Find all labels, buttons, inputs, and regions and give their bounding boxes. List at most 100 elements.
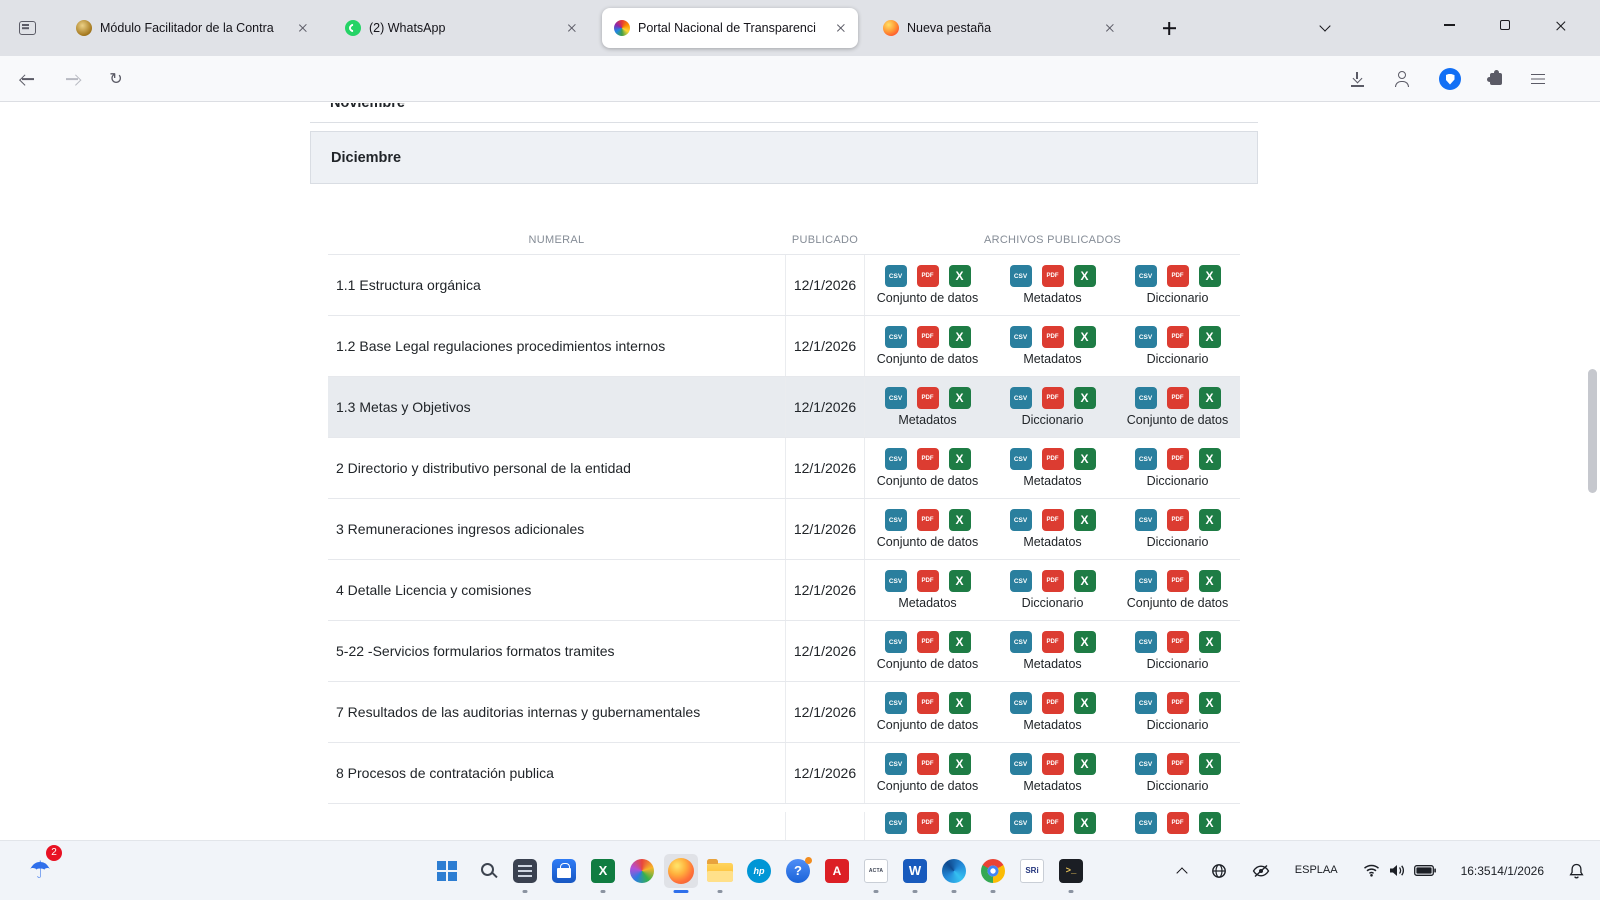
tab-whatsapp[interactable]: (2) WhatsApp xyxy=(333,8,589,48)
pdf-file-icon[interactable]: PDF xyxy=(1042,387,1064,409)
excel-file-icon[interactable]: X xyxy=(1074,265,1096,287)
tray-globe-button[interactable] xyxy=(1205,857,1233,885)
pdf-file-icon[interactable]: PDF xyxy=(1167,387,1189,409)
pdf-file-icon[interactable]: PDF xyxy=(1167,265,1189,287)
csv-file-icon[interactable]: CSV xyxy=(1135,631,1157,653)
excel-file-icon[interactable]: X xyxy=(1074,448,1096,470)
excel-file-icon[interactable]: X xyxy=(949,265,971,287)
csv-file-icon[interactable]: CSV xyxy=(1010,753,1032,775)
csv-file-icon[interactable]: CSV xyxy=(1135,692,1157,714)
pdf-file-icon[interactable]: PDF xyxy=(917,692,939,714)
excel-file-icon[interactable]: X xyxy=(1199,509,1221,531)
pdf-file-icon[interactable]: PDF xyxy=(1042,265,1064,287)
tab-modulo-facilitador[interactable]: Módulo Facilitador de la Contra xyxy=(64,8,320,48)
csv-file-icon[interactable]: CSV xyxy=(1010,387,1032,409)
extensions-button[interactable] xyxy=(1480,63,1512,95)
pdf-file-icon[interactable]: PDF xyxy=(1042,753,1064,775)
csv-file-icon[interactable]: CSV xyxy=(1135,812,1157,834)
excel-file-icon[interactable]: X xyxy=(949,448,971,470)
pdf-file-icon[interactable]: PDF xyxy=(917,509,939,531)
terminal-app-button[interactable]: >_ xyxy=(1054,854,1088,888)
pdf-file-icon[interactable]: PDF xyxy=(1042,326,1064,348)
tab-nueva-pestana[interactable]: Nueva pestaña xyxy=(871,8,1127,48)
excel-file-icon[interactable]: X xyxy=(1199,753,1221,775)
excel-file-icon[interactable]: X xyxy=(949,812,971,834)
pdf-file-icon[interactable]: PDF xyxy=(917,265,939,287)
system-status-button[interactable] xyxy=(1357,858,1442,883)
chrome-app-button[interactable] xyxy=(976,854,1010,888)
weather-widget-button[interactable]: ☂ 2 xyxy=(18,849,62,893)
hp-app-button[interactable]: hp xyxy=(742,854,776,888)
clock-widget[interactable]: 16:35 14/1/2026 xyxy=(1455,857,1550,885)
excel-file-icon[interactable]: X xyxy=(949,631,971,653)
excel-file-icon[interactable]: X xyxy=(1074,387,1096,409)
excel-file-icon[interactable]: X xyxy=(1199,692,1221,714)
excel-file-icon[interactable]: X xyxy=(1199,326,1221,348)
pdf-file-icon[interactable]: PDF xyxy=(1167,326,1189,348)
csv-file-icon[interactable]: CSV xyxy=(1010,265,1032,287)
excel-app-button[interactable]: X xyxy=(586,854,620,888)
csv-file-icon[interactable]: CSV xyxy=(1135,448,1157,470)
excel-file-icon[interactable]: X xyxy=(949,387,971,409)
excel-file-icon[interactable]: X xyxy=(949,753,971,775)
excel-file-icon[interactable]: X xyxy=(1199,265,1221,287)
csv-file-icon[interactable]: CSV xyxy=(1135,326,1157,348)
pdf-file-icon[interactable]: PDF xyxy=(1042,812,1064,834)
pdf-file-icon[interactable]: PDF xyxy=(1042,570,1064,592)
close-window-button[interactable] xyxy=(1538,8,1584,42)
security-extension-button[interactable] xyxy=(1434,63,1466,95)
reload-button[interactable]: ↻ xyxy=(100,63,132,95)
pdf-file-icon[interactable]: PDF xyxy=(917,326,939,348)
csv-file-icon[interactable]: CSV xyxy=(1010,570,1032,592)
excel-file-icon[interactable]: X xyxy=(949,570,971,592)
csv-file-icon[interactable]: CSV xyxy=(885,570,907,592)
excel-file-icon[interactable]: X xyxy=(1074,509,1096,531)
excel-file-icon[interactable]: X xyxy=(1074,631,1096,653)
pdf-file-icon[interactable]: PDF xyxy=(1167,812,1189,834)
pdf-file-icon[interactable]: PDF xyxy=(917,448,939,470)
csv-file-icon[interactable]: CSV xyxy=(885,326,907,348)
privacy-eye-button[interactable] xyxy=(1246,858,1276,884)
pdf-file-icon[interactable]: PDF xyxy=(1042,448,1064,470)
edge-app-button[interactable] xyxy=(937,854,971,888)
pdf-file-icon[interactable]: PDF xyxy=(917,812,939,834)
notes-app-button[interactable] xyxy=(508,854,542,888)
csv-file-icon[interactable]: CSV xyxy=(885,631,907,653)
csv-file-icon[interactable]: CSV xyxy=(1010,812,1032,834)
csv-file-icon[interactable]: CSV xyxy=(885,692,907,714)
excel-file-icon[interactable]: X xyxy=(1074,326,1096,348)
csv-file-icon[interactable]: CSV xyxy=(1135,753,1157,775)
accordion-item-diciembre[interactable]: Diciembre xyxy=(310,131,1258,184)
adobe-acrobat-button[interactable]: A xyxy=(820,854,854,888)
tab-close-button[interactable] xyxy=(1099,17,1121,39)
csv-file-icon[interactable]: CSV xyxy=(1135,570,1157,592)
pdf-file-icon[interactable]: PDF xyxy=(917,387,939,409)
vertical-scrollbar[interactable] xyxy=(1588,369,1597,493)
csv-file-icon[interactable]: CSV xyxy=(1010,631,1032,653)
csv-file-icon[interactable]: CSV xyxy=(885,509,907,531)
acta-app-button[interactable]: ACTA xyxy=(859,854,893,888)
csv-file-icon[interactable]: CSV xyxy=(885,812,907,834)
notification-center-button[interactable] xyxy=(1563,857,1590,885)
tab-close-button[interactable] xyxy=(561,17,583,39)
file-explorer-button[interactable] xyxy=(703,854,737,888)
pdf-file-icon[interactable]: PDF xyxy=(1167,692,1189,714)
menu-button[interactable] xyxy=(1522,63,1554,95)
pdf-file-icon[interactable]: PDF xyxy=(1167,753,1189,775)
pdf-file-icon[interactable]: PDF xyxy=(1167,509,1189,531)
start-button[interactable] xyxy=(430,854,464,888)
firefox-view-button[interactable] xyxy=(12,13,42,43)
pdf-file-icon[interactable]: PDF xyxy=(1167,631,1189,653)
tab-close-button[interactable] xyxy=(292,17,314,39)
excel-file-icon[interactable]: X xyxy=(949,692,971,714)
word-app-button[interactable]: W xyxy=(898,854,932,888)
accordion-item-noviembre[interactable]: Noviembre xyxy=(310,103,1258,123)
csv-file-icon[interactable]: CSV xyxy=(1010,692,1032,714)
excel-file-icon[interactable]: X xyxy=(1074,753,1096,775)
language-indicator[interactable]: ESP LAA xyxy=(1289,858,1344,883)
csv-file-icon[interactable]: CSV xyxy=(1010,509,1032,531)
hidden-icons-button[interactable] xyxy=(1172,859,1192,883)
csv-file-icon[interactable]: CSV xyxy=(1010,448,1032,470)
csv-file-icon[interactable]: CSV xyxy=(885,448,907,470)
pdf-file-icon[interactable]: PDF xyxy=(917,570,939,592)
